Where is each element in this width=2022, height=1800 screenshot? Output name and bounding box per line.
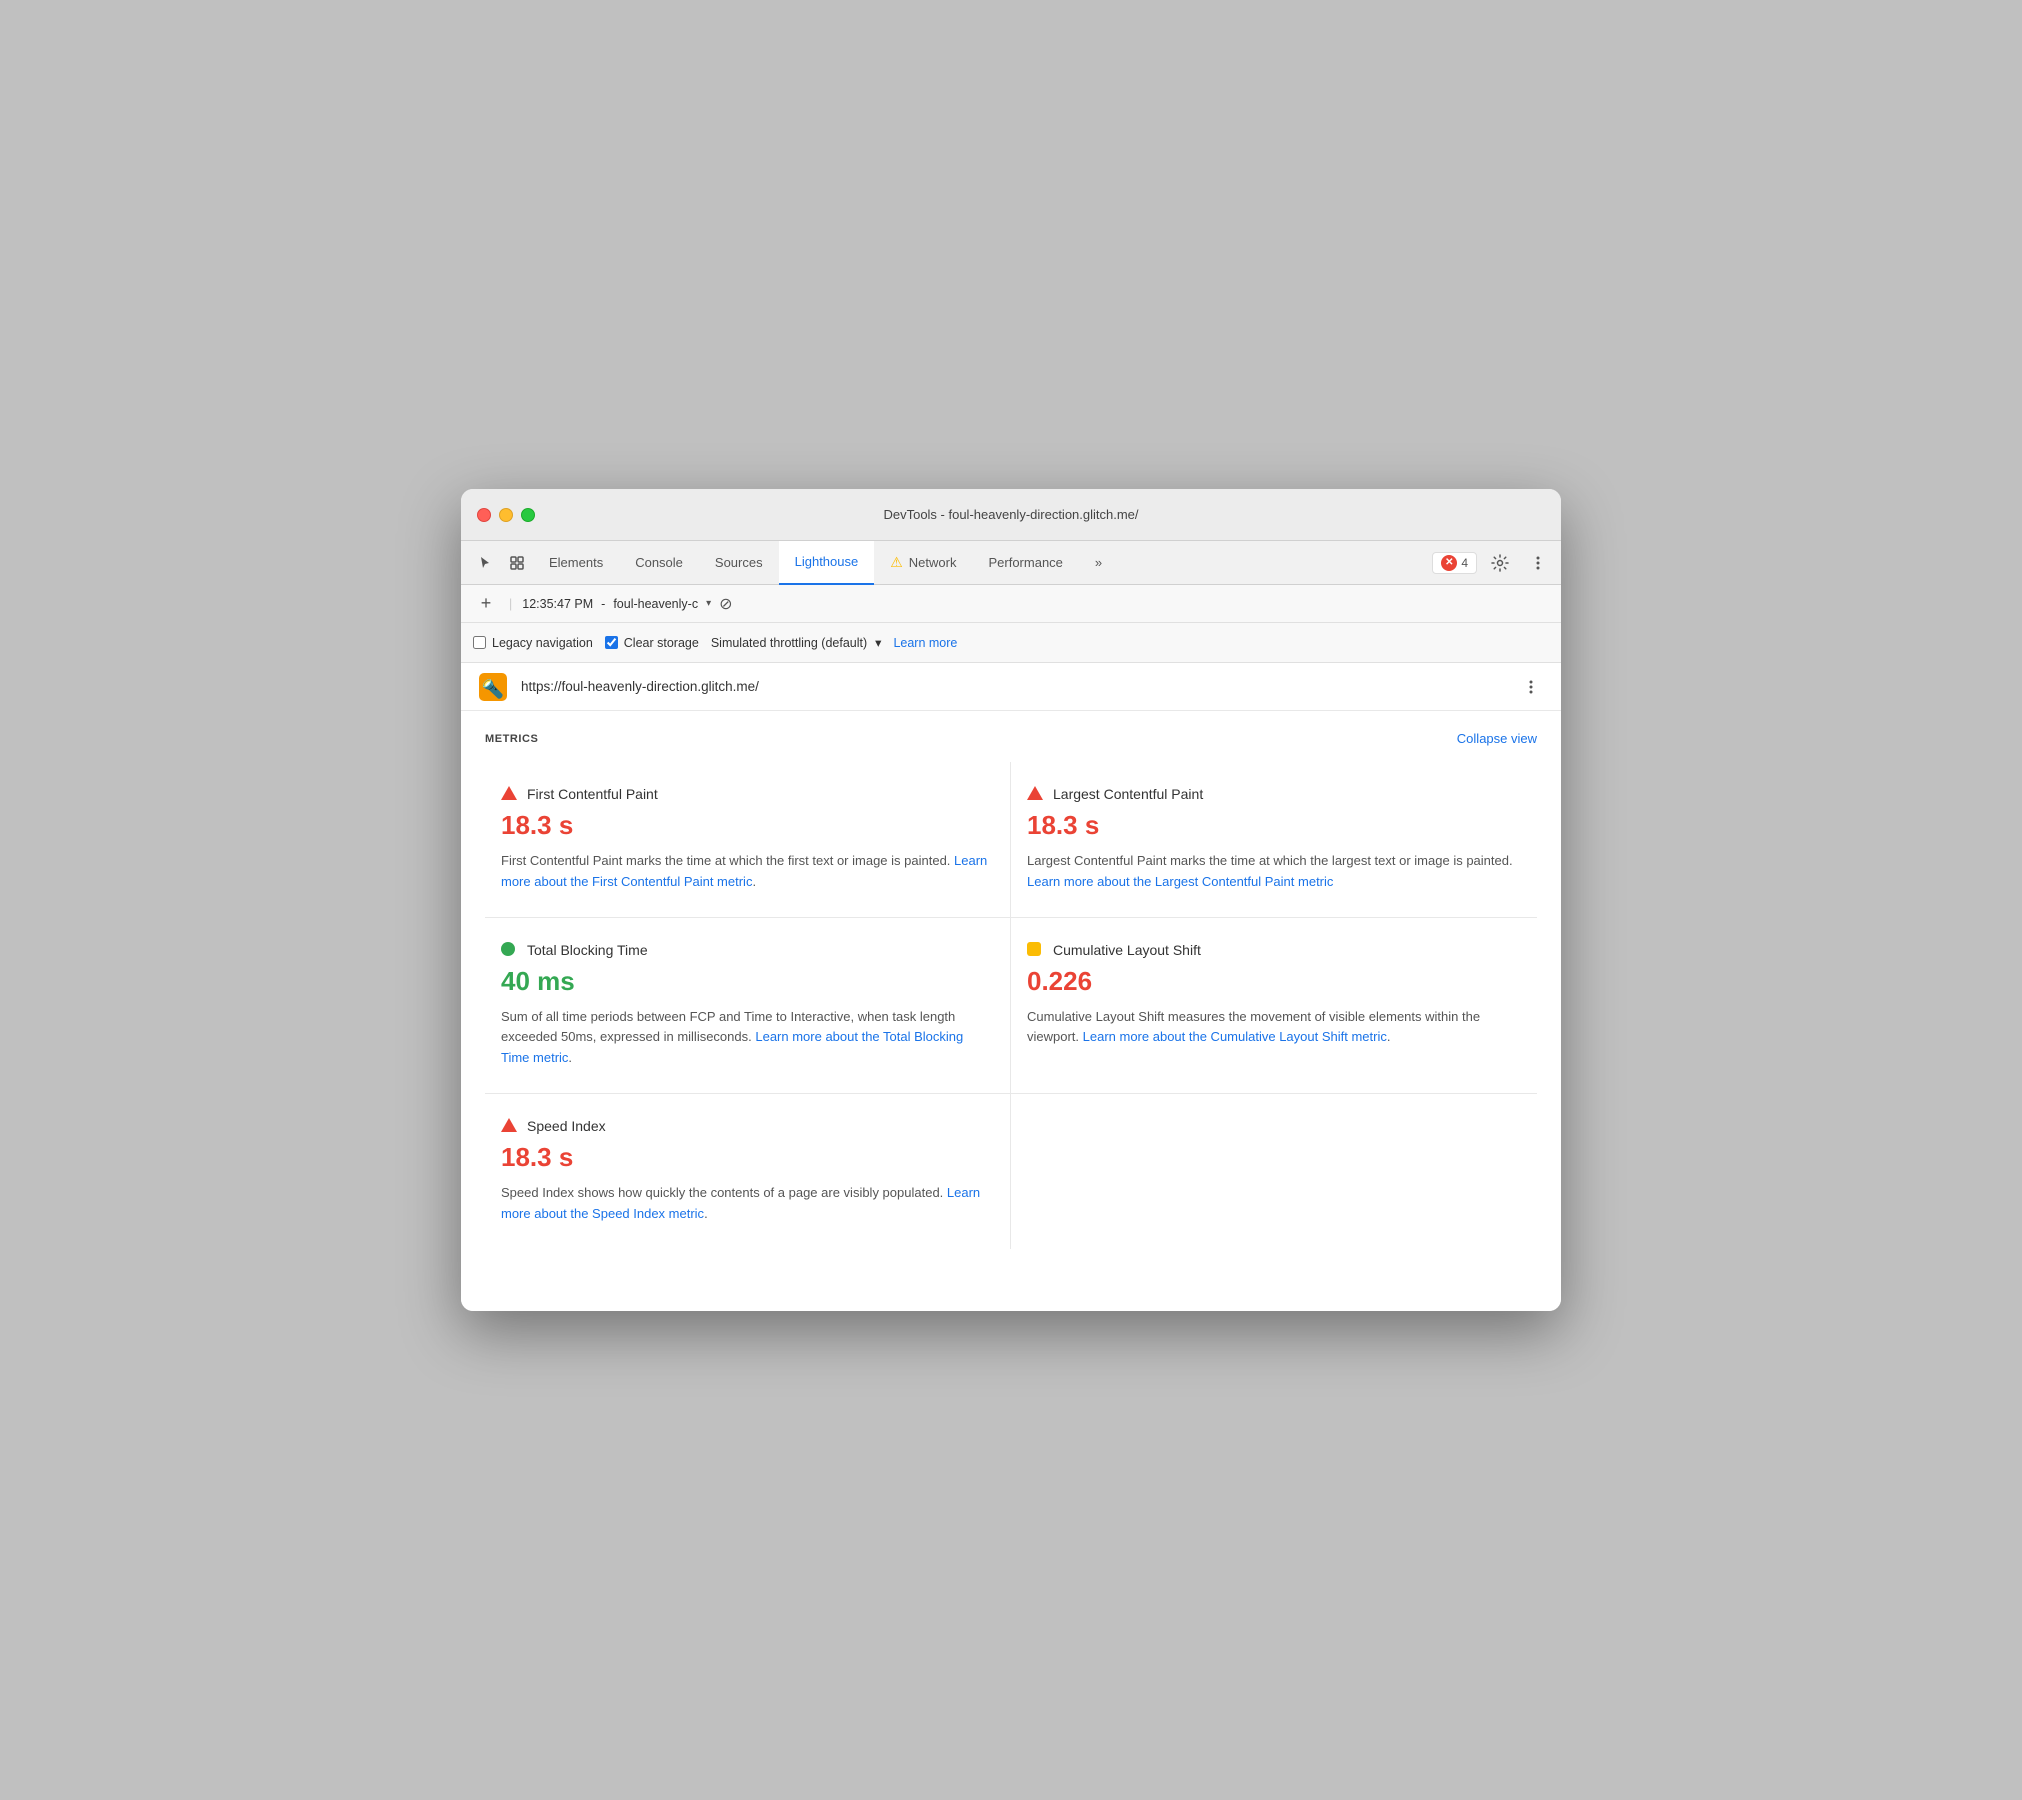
maximize-button[interactable] — [521, 508, 535, 522]
settings-icon[interactable] — [1485, 548, 1515, 578]
window-title: DevTools - foul-heavenly-direction.glitc… — [883, 507, 1138, 522]
metric-tbt-header: Total Blocking Time — [501, 942, 990, 958]
lcp-indicator-icon — [1027, 786, 1043, 802]
metric-cls-header: Cumulative Layout Shift — [1027, 942, 1517, 958]
traffic-lights — [477, 508, 535, 522]
cls-name: Cumulative Layout Shift — [1053, 942, 1201, 958]
fcp-learn-more-link[interactable]: Learn more about the First Contentful Pa… — [501, 853, 987, 889]
tab-sources[interactable]: Sources — [699, 541, 779, 585]
url-menu-icon[interactable] — [1517, 673, 1545, 701]
tbt-desc: Sum of all time periods between FCP and … — [501, 1007, 990, 1069]
clear-storage-checkbox[interactable]: Clear storage — [605, 636, 699, 650]
tab-bar: Elements Console Sources Lighthouse ⚠ Ne… — [461, 541, 1561, 585]
tab-elements[interactable]: Elements — [533, 541, 619, 585]
cls-desc: Cumulative Layout Shift measures the mov… — [1027, 1007, 1517, 1049]
more-options-icon[interactable] — [1523, 548, 1553, 578]
minimize-button[interactable] — [499, 508, 513, 522]
clear-storage-input[interactable] — [605, 636, 618, 649]
metrics-header: METRICS Collapse view — [485, 731, 1537, 746]
error-icon: ✕ — [1441, 555, 1457, 571]
lcp-value: 18.3 s — [1027, 810, 1517, 841]
tab-right-controls: ✕ 4 — [1432, 548, 1553, 578]
devtools-window: DevTools - foul-heavenly-direction.glitc… — [461, 489, 1561, 1311]
domain-label: foul-heavenly-c — [613, 597, 698, 611]
legacy-nav-input[interactable] — [473, 636, 486, 649]
error-count: 4 — [1461, 556, 1468, 570]
tab-lighthouse[interactable]: Lighthouse — [779, 541, 875, 585]
fcp-desc: First Contentful Paint marks the time at… — [501, 851, 990, 893]
fcp-value: 18.3 s — [501, 810, 990, 841]
dropdown-arrow-icon[interactable]: ▾ — [706, 598, 711, 609]
legacy-nav-checkbox[interactable]: Legacy navigation — [473, 636, 593, 650]
tab-performance[interactable]: Performance — [972, 541, 1078, 585]
lcp-name: Largest Contentful Paint — [1053, 786, 1203, 802]
add-button[interactable]: + — [473, 591, 499, 617]
cls-value: 0.226 — [1027, 966, 1517, 997]
metric-tbt: Total Blocking Time 40 ms Sum of all tim… — [485, 918, 1011, 1094]
throttle-arrow-icon[interactable]: ▾ — [875, 635, 881, 650]
warning-icon: ⚠ — [890, 554, 903, 571]
metric-lcp-header: Largest Contentful Paint — [1027, 786, 1517, 802]
throttle-select: Simulated throttling (default) ▾ — [711, 635, 882, 650]
si-learn-more-link[interactable]: Learn more about the Speed Index metric — [501, 1185, 980, 1221]
cursor-icon[interactable] — [469, 547, 501, 579]
tbt-value: 40 ms — [501, 966, 990, 997]
cls-learn-more-link[interactable]: Learn more about the Cumulative Layout S… — [1083, 1029, 1387, 1044]
toolbar: Legacy navigation Clear storage Simulate… — [461, 623, 1561, 663]
no-entry-icon[interactable]: ⊘ — [719, 594, 732, 614]
inspector-icon[interactable] — [501, 547, 533, 579]
metrics-title: METRICS — [485, 733, 538, 745]
lcp-desc: Largest Contentful Paint marks the time … — [1027, 851, 1517, 893]
metrics-grid: First Contentful Paint 18.3 s First Cont… — [485, 762, 1537, 1249]
lighthouse-icon: 🔦 — [477, 671, 509, 703]
svg-text:🔦: 🔦 — [482, 678, 504, 700]
timestamp: 12:35:47 PM — [522, 597, 593, 611]
fcp-name: First Contentful Paint — [527, 786, 658, 802]
metric-si-header: Speed Index — [501, 1118, 990, 1134]
fcp-indicator-icon — [501, 786, 517, 802]
url-bar: 🔦 https://foul-heavenly-direction.glitch… — [461, 663, 1561, 711]
close-button[interactable] — [477, 508, 491, 522]
metric-lcp: Largest Contentful Paint 18.3 s Largest … — [1011, 762, 1537, 918]
title-bar: DevTools - foul-heavenly-direction.glitc… — [461, 489, 1561, 541]
metric-fcp: First Contentful Paint 18.3 s First Cont… — [485, 762, 1011, 918]
toolbar-options: Legacy navigation Clear storage Simulate… — [473, 635, 957, 650]
content-area: METRICS Collapse view First Contentful P… — [461, 711, 1561, 1311]
learn-more-link[interactable]: Learn more — [893, 636, 957, 650]
tbt-learn-more-link[interactable]: Learn more about the Total Blocking Time… — [501, 1029, 963, 1065]
collapse-view-button[interactable]: Collapse view — [1457, 731, 1537, 746]
si-value: 18.3 s — [501, 1142, 990, 1173]
si-desc: Speed Index shows how quickly the conten… — [501, 1183, 990, 1225]
si-indicator-icon — [501, 1118, 517, 1134]
tbt-name: Total Blocking Time — [527, 942, 648, 958]
metric-si: Speed Index 18.3 s Speed Index shows how… — [485, 1094, 1011, 1249]
tab-more[interactable]: » — [1079, 541, 1118, 585]
error-badge[interactable]: ✕ 4 — [1432, 552, 1477, 574]
tab-console[interactable]: Console — [619, 541, 699, 585]
metric-fcp-header: First Contentful Paint — [501, 786, 990, 802]
tbt-indicator-icon — [501, 942, 517, 958]
tab-network[interactable]: ⚠ Network — [874, 541, 972, 585]
url-text: https://foul-heavenly-direction.glitch.m… — [521, 679, 1505, 694]
si-name: Speed Index — [527, 1118, 606, 1134]
timestamp-bar: + | 12:35:47 PM - foul-heavenly-c ▾ ⊘ — [461, 585, 1561, 623]
cls-indicator-icon — [1027, 942, 1043, 958]
metric-cls: Cumulative Layout Shift 0.226 Cumulative… — [1011, 918, 1537, 1094]
lcp-learn-more-link[interactable]: Learn more about the Largest Contentful … — [1027, 874, 1333, 889]
